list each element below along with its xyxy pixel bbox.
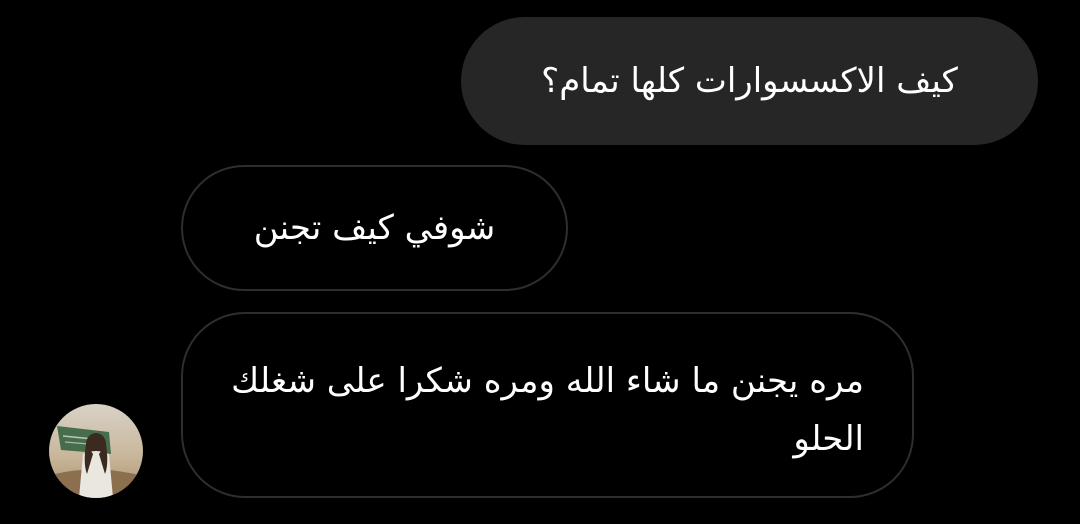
profile-photo-avatar-icon: [49, 404, 143, 498]
sent-message-bubble[interactable]: كيف الاكسسوارات كلها تمام؟: [461, 17, 1038, 145]
message-text: مره يجنن ما شاء الله ومره شكرا على شغلك …: [231, 361, 864, 459]
message-text: شوفي كيف تجنن: [253, 208, 496, 248]
message-text: كيف الاكسسوارات كلها تمام؟: [541, 61, 958, 101]
sender-avatar[interactable]: [49, 404, 143, 498]
received-message-bubble[interactable]: شوفي كيف تجنن: [181, 165, 568, 291]
received-message-bubble[interactable]: مره يجنن ما شاء الله ومره شكرا على شغلك …: [181, 312, 914, 498]
